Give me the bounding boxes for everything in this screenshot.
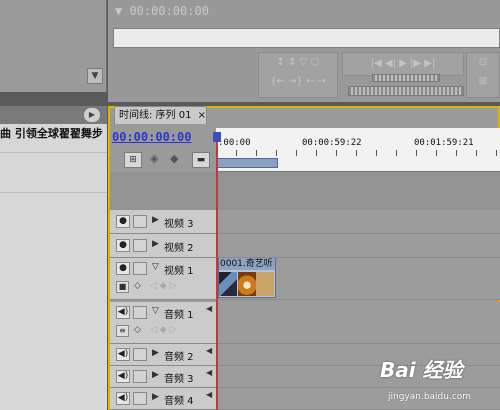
snap-icon[interactable]: ⊞ bbox=[124, 152, 142, 168]
transport-controls[interactable]: |◀ ◀| ▶ |▶ ▶| bbox=[342, 52, 464, 76]
track-target-icon[interactable]: ◀ bbox=[206, 304, 212, 313]
expand-arrow-icon[interactable]: ▶ bbox=[152, 392, 159, 402]
keyframe-nav-icon[interactable]: ◁ ◆ ▷ bbox=[150, 281, 177, 291]
lock-toggle[interactable] bbox=[133, 239, 147, 252]
tab-timeline-sequence[interactable]: 时间线: 序列 01 × bbox=[114, 106, 207, 124]
waveform-style-icon[interactable]: ≡ bbox=[116, 325, 129, 337]
track-lane-audio-1[interactable] bbox=[217, 302, 500, 344]
collapse-arrow-icon[interactable]: ▽ bbox=[152, 262, 159, 272]
ruler-label: 00:01:59:21 bbox=[414, 138, 474, 148]
speaker-icon[interactable]: ◀) bbox=[116, 348, 130, 361]
track-target-icon[interactable]: ◀ bbox=[206, 368, 212, 377]
tab-label: 时间线: 序列 01 bbox=[119, 110, 192, 121]
watermark-logo: Bai 经验 bbox=[380, 358, 463, 382]
timeline-timecode[interactable]: 00:00:00:00 bbox=[112, 130, 191, 144]
work-area-bar[interactable] bbox=[216, 158, 278, 168]
track-name: 音频 1 bbox=[164, 310, 194, 321]
track-header-video-3[interactable]: ● ▶ 视频 3 bbox=[110, 210, 216, 234]
eye-icon[interactable]: ● bbox=[116, 239, 130, 252]
monitor-timecode-text: 00:00:00:00 bbox=[129, 4, 209, 18]
track-name: 音频 3 bbox=[164, 374, 194, 385]
eye-icon[interactable]: ● bbox=[116, 215, 130, 228]
track-name: 音频 4 bbox=[164, 396, 194, 407]
encore-marker-icon[interactable]: ◆ bbox=[170, 152, 178, 165]
track-header-video-1[interactable]: ● ▽ 视频 1 ■ ◇ ◁ ◆ ▷ bbox=[110, 258, 216, 300]
track-target-icon[interactable]: ◀ bbox=[206, 346, 212, 355]
display-style-icon[interactable]: ■ bbox=[116, 281, 129, 293]
eye-icon[interactable]: ● bbox=[116, 262, 130, 275]
collapse-arrow-icon[interactable]: ▽ bbox=[152, 306, 159, 316]
monitor-time-bar[interactable] bbox=[113, 28, 500, 48]
lock-toggle[interactable] bbox=[133, 262, 147, 275]
speaker-icon[interactable]: ◀) bbox=[116, 306, 130, 319]
shuttle-slider[interactable] bbox=[372, 74, 440, 82]
expand-arrow-icon[interactable]: ▶ bbox=[152, 348, 159, 358]
project-item-title[interactable]: 曲 引领全球翟翟舞步 bbox=[0, 125, 107, 139]
lock-toggle[interactable] bbox=[133, 215, 147, 228]
clip-thumbnail bbox=[238, 272, 256, 296]
monitor-timecode: ▼ 00:00:00:00 bbox=[115, 4, 209, 18]
expand-arrow-icon[interactable]: ▶ bbox=[152, 239, 159, 249]
keyframe-toggle-icon[interactable]: ◇ bbox=[134, 281, 141, 291]
track-header-audio-1[interactable]: ◀) ▽ 音频 1 ≡ ◇ ◁ ◆ ▷ bbox=[110, 302, 216, 344]
divider bbox=[0, 192, 107, 193]
panel-menu-arrow-icon[interactable]: ▶ bbox=[84, 108, 100, 122]
track-name: 视频 1 bbox=[164, 266, 194, 277]
divider bbox=[0, 152, 107, 153]
ruler-label: 00:00:59:22 bbox=[302, 138, 362, 148]
track-lane-video-3[interactable] bbox=[217, 210, 500, 234]
speaker-icon[interactable]: ◀) bbox=[116, 370, 130, 383]
scroll-down-arrow-icon[interactable]: ▼ bbox=[87, 68, 103, 84]
track-header-audio-3[interactable]: ◀) ▶ 音频 3 bbox=[110, 366, 216, 388]
expand-arrow-icon[interactable]: ▶ bbox=[152, 215, 159, 225]
track-name: 音频 2 bbox=[164, 352, 194, 363]
track-name: 视频 3 bbox=[164, 219, 194, 230]
tab-close-icon[interactable]: × bbox=[198, 110, 206, 121]
track-target-icon[interactable]: ◀ bbox=[206, 390, 212, 399]
expand-arrow-icon[interactable]: ▶ bbox=[152, 370, 159, 380]
playhead-line[interactable] bbox=[216, 132, 218, 410]
watermark-url: jingyan.baidu.com bbox=[388, 392, 472, 402]
marker-icon[interactable]: ◈ bbox=[150, 152, 158, 165]
mark-controls[interactable]: ↕ ↕ ▽ ⬡ {← →} ← → bbox=[258, 52, 338, 98]
playhead-handle[interactable] bbox=[213, 132, 221, 142]
track-header-video-2[interactable]: ● ▶ 视频 2 bbox=[110, 234, 216, 258]
keyframe-toggle-icon[interactable]: ◇ bbox=[134, 325, 141, 335]
keyframe-nav-icon[interactable]: ◁ ◆ ▷ bbox=[150, 325, 177, 335]
timeline-spacer bbox=[110, 172, 500, 210]
jog-wheel[interactable] bbox=[348, 86, 464, 96]
track-header-audio-2[interactable]: ◀) ▶ 音频 2 bbox=[110, 344, 216, 366]
project-panel bbox=[0, 124, 107, 410]
zoom-toggle-icon[interactable]: ▬ bbox=[192, 152, 210, 168]
clip-label: 0001.奇艺听 bbox=[219, 258, 275, 270]
lock-toggle[interactable] bbox=[133, 348, 147, 361]
clip-thumbnail bbox=[256, 272, 274, 296]
track-name: 视频 2 bbox=[164, 243, 194, 254]
clip-thumbnail bbox=[219, 272, 237, 296]
ruler-label: :00:00 bbox=[218, 138, 251, 148]
lock-toggle[interactable] bbox=[133, 392, 147, 405]
track-header-audio-4[interactable]: ◀) ▶ 音频 4 bbox=[110, 388, 216, 410]
extra-controls[interactable]: ⊡ ⊞ bbox=[466, 52, 500, 98]
lock-toggle[interactable] bbox=[133, 306, 147, 319]
track-lane-video-2[interactable] bbox=[217, 234, 500, 258]
speaker-icon[interactable]: ◀) bbox=[116, 392, 130, 405]
lock-toggle[interactable] bbox=[133, 370, 147, 383]
ruler-ticks bbox=[216, 150, 500, 156]
